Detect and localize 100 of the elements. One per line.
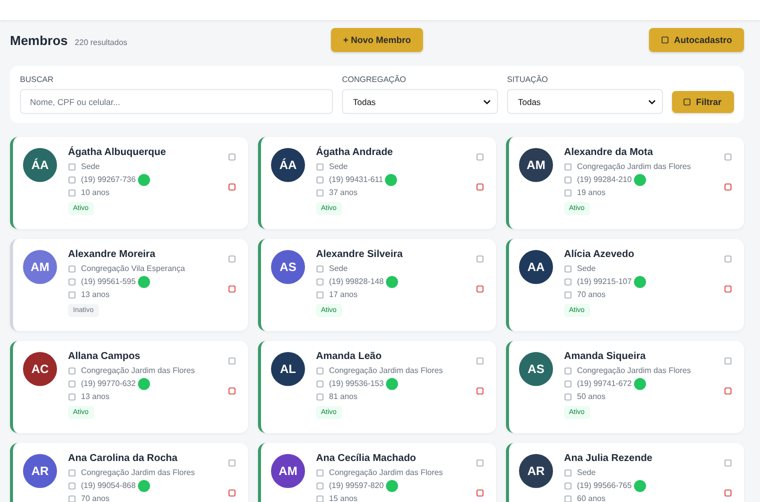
phone-text: (19) 99566-765 [577,481,632,490]
square-icon[interactable] [476,489,484,497]
whatsapp-dot-icon[interactable] [634,174,646,186]
member-card[interactable]: AR Ana Julia Rezende Sede (19) 99566-765 60 anos [506,443,744,502]
member-name: Alícia Azevedo [564,249,636,260]
square-icon[interactable] [724,459,732,467]
square-icon[interactable] [228,387,236,395]
square-icon [68,290,76,298]
filter-button[interactable]: Filtrar [672,91,734,113]
square-icon[interactable] [724,183,732,191]
square-icon[interactable] [476,459,484,467]
square-icon [564,290,572,298]
square-icon[interactable] [228,459,236,467]
square-icon [316,188,324,196]
avatar: AR [519,454,553,488]
whatsapp-dot-icon[interactable] [386,378,398,390]
avatar: AS [519,352,553,386]
square-icon [564,278,572,286]
square-icon [316,264,324,272]
member-name: Amanda Siqueira [564,351,647,362]
age-text: 70 anos [81,494,110,502]
whatsapp-dot-icon[interactable] [634,378,646,390]
square-icon[interactable] [228,357,236,365]
square-icon[interactable] [476,285,484,293]
member-name: Ana Julia Rezende [564,453,654,464]
square-icon [564,162,572,170]
square-icon[interactable] [476,183,484,191]
avatar: AL [271,352,305,386]
square-icon [68,494,76,502]
member-card[interactable]: AM Ana Cecília Machado Congregação Jardim das Flores (19) 99597-820 15 anos [258,443,496,502]
square-icon[interactable] [476,255,484,263]
square-icon [564,468,572,476]
avatar: ÁA [23,148,57,182]
whatsapp-dot-icon[interactable] [634,276,646,288]
square-icon[interactable] [228,153,236,161]
whatsapp-dot-icon[interactable] [634,480,646,492]
phone-text: (19) 99215-107 [577,277,632,286]
member-card[interactable]: AR Ana Carolina da Rocha Congregação Jardim das Flores (19) 99054-868 70 anos [10,443,248,502]
whatsapp-dot-icon[interactable] [138,480,150,492]
age-text: 70 anos [577,290,606,299]
avatar: AM [271,454,305,488]
square-icon[interactable] [724,255,732,263]
square-icon[interactable] [228,183,236,191]
phone-text: (19) 99054-868 [81,481,136,490]
congregation-select[interactable]: Todas [342,89,498,114]
new-member-button[interactable]: + Novo Membro [331,28,423,52]
square-icon [564,264,572,272]
member-name: Ágatha Albuquerque [68,147,167,158]
whatsapp-dot-icon[interactable] [138,276,150,288]
whatsapp-dot-icon[interactable] [386,276,398,288]
phone-text: (19) 99561-595 [81,277,136,286]
square-icon[interactable] [476,153,484,161]
square-icon [564,494,572,502]
square-icon[interactable] [228,285,236,293]
square-icon [316,162,324,170]
age-text: 13 anos [81,290,110,299]
square-icon[interactable] [228,255,236,263]
search-label: BUSCAR [20,75,54,85]
member-name: Allana Campos [68,351,142,362]
age-text: 17 anos [329,290,358,299]
square-icon[interactable] [228,489,236,497]
square-icon[interactable] [724,285,732,293]
square-icon[interactable] [476,387,484,395]
square-icon[interactable] [724,387,732,395]
chevron-down-icon [483,98,491,104]
whatsapp-dot-icon[interactable] [385,174,398,186]
square-icon[interactable] [724,153,732,161]
whatsapp-dot-icon[interactable] [138,378,150,390]
square-icon [316,380,324,388]
congregation-text: Congregação Jardim das Flores [81,366,195,375]
member-name: Ana Cecília Machado [316,453,418,464]
square-icon [564,176,572,184]
status-select[interactable]: Todas [507,89,663,114]
avatar: AM [23,250,57,284]
congregation-text: Sede [81,162,100,171]
square-icon [564,392,572,400]
square-icon[interactable] [724,357,732,365]
whatsapp-dot-icon[interactable] [386,480,398,492]
square-icon [564,380,572,388]
square-icon [316,366,324,374]
square-icon [68,392,76,400]
avatar: AC [23,352,57,386]
whatsapp-dot-icon[interactable] [138,174,150,186]
age-text: 10 anos [81,188,110,197]
search-field[interactable]: Nome, CPF ou celular... [20,89,333,114]
square-icon [68,176,76,184]
avatar: AR [23,454,57,488]
avatar: ÁA [271,148,305,182]
member-name: Alexandre Silveira [316,249,404,260]
square-icon[interactable] [476,357,484,365]
age-text: 19 anos [577,188,606,197]
square-icon [68,162,76,170]
square-icon [68,366,76,374]
square-icon [316,176,324,184]
congregation-text: Congregação Vila Esperança [81,264,185,273]
self-register-button[interactable]: Autocadastro [648,28,744,52]
square-icon[interactable] [724,489,732,497]
square-icon [316,392,324,400]
results-count: 220 resultados [74,38,128,46]
square-icon [68,468,76,476]
